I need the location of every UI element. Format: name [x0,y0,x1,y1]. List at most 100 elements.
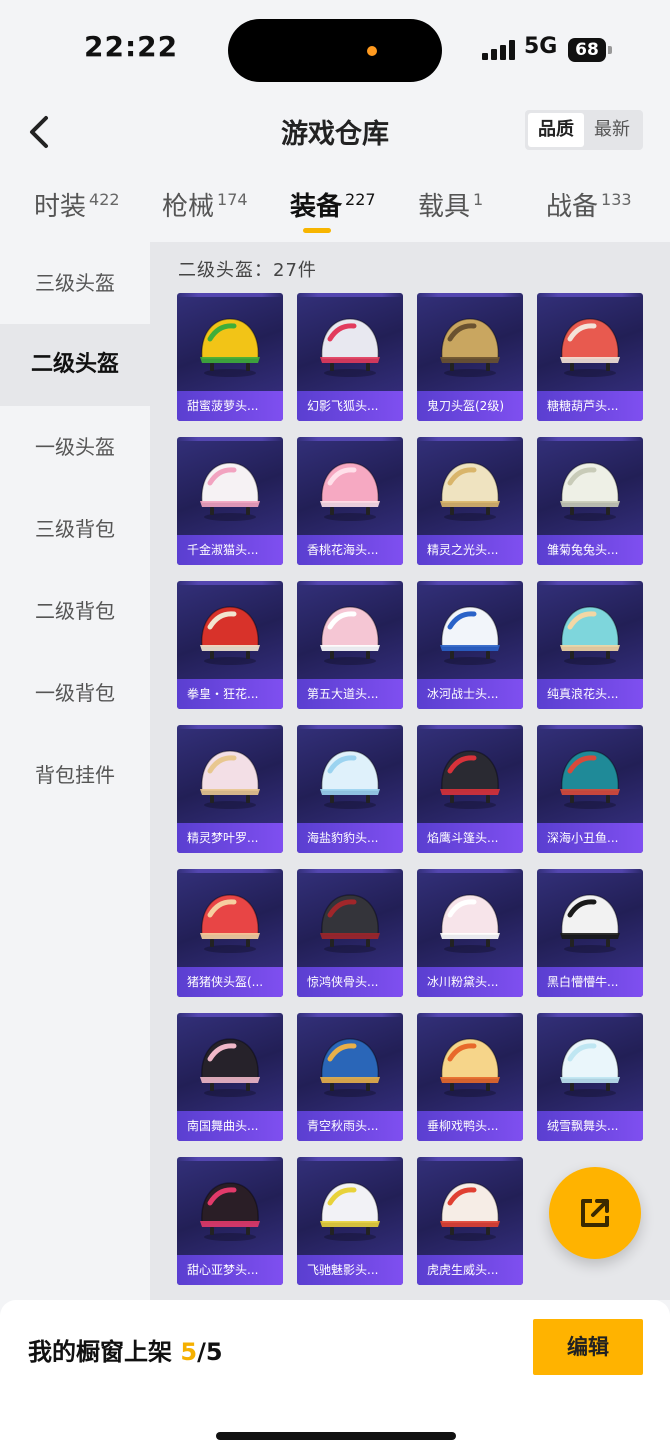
helmet-icon [440,1038,500,1097]
privacy-indicator-dot [367,46,377,56]
sidebar-item-level1-backpack[interactable]: 一级背包 [0,652,150,734]
helmet-icon [200,1038,260,1097]
helmet-item-card[interactable]: 鬼刀头盔(2级) [417,293,523,421]
helmet-icon [560,318,620,377]
helmet-item-card[interactable]: 猪猪侠头盔(... [177,869,283,997]
helmet-icon [200,318,260,377]
helmet-item-name: 甜心亚梦头... [177,1255,283,1285]
tab-supplies[interactable]: 战备 133 [546,186,632,223]
sort-option-latest[interactable]: 最新 [584,113,640,147]
item-count-label: 二级头盔：27件 [178,260,317,281]
helmet-item-name: 青空秋雨头... [297,1111,403,1141]
helmet-item-name: 海盐豹豹头... [297,823,403,853]
helmet-item-name: 焰鹰斗篷头... [417,823,523,853]
helmet-item-card[interactable]: 深海小丑鱼... [537,725,643,853]
helmet-icon [200,1182,260,1241]
sidebar-item-backpack-charm[interactable]: 背包挂件 [0,734,150,816]
showcase-footer: 我的橱窗上架 5/5 编辑 [0,1300,670,1453]
helmet-icon [320,894,380,953]
helmet-item-card[interactable]: 南国舞曲头... [177,1013,283,1141]
category-tabs: 时装 422 枪械 174 装备 227 载具 1 战备 133 [0,180,670,242]
helmet-item-card[interactable]: 第五大道头... [297,581,403,709]
sidebar-item-level2-backpack[interactable]: 二级背包 [0,570,150,652]
tab-label: 战备 [546,192,599,222]
helmet-item-card[interactable]: 焰鹰斗篷头... [417,725,523,853]
helmet-icon [560,462,620,521]
showcase-status: 我的橱窗上架 5/5 [28,1332,223,1367]
helmet-icon [560,606,620,665]
helmet-icon [440,1182,500,1241]
showcase-label: 我的橱窗上架 [28,1338,172,1366]
tab-count: 227 [345,190,376,209]
helmet-item-card[interactable]: 拳皇・狂花... [177,581,283,709]
helmet-item-card[interactable]: 糖糖葫芦头... [537,293,643,421]
tab-label: 枪械 [162,192,215,222]
helmet-item-card[interactable]: 垂柳戏鸭头... [417,1013,523,1141]
helmet-item-name: 黑白懵懵牛... [537,967,643,997]
helmet-item-name: 南国舞曲头... [177,1111,283,1141]
nav-header: 游戏仓库 品质 最新 [0,100,670,166]
status-bar: 22:22 5G 68 [0,0,670,100]
helmet-item-name: 惊鸿侠骨头... [297,967,403,997]
helmet-item-card[interactable]: 绒雪飘舞头... [537,1013,643,1141]
helmet-icon [560,750,620,809]
helmet-item-card[interactable]: 黑白懵懵牛... [537,869,643,997]
helmet-item-card[interactable]: 甜心亚梦头... [177,1157,283,1285]
helmet-item-name: 冰河战士头... [417,679,523,709]
edit-button[interactable]: 编辑 [533,1319,643,1375]
helmet-item-card[interactable]: 冰川粉黛头... [417,869,523,997]
helmet-item-name: 雏菊兔兔头... [537,535,643,565]
helmet-item-card[interactable]: 冰河战士头... [417,581,523,709]
helmet-item-name: 绒雪飘舞头... [537,1111,643,1141]
battery-icon: 68 [568,38,612,62]
helmet-item-name: 第五大道头... [297,679,403,709]
helmet-item-card[interactable]: 精灵之光头... [417,437,523,565]
helmet-item-name: 虎虎生威头... [417,1255,523,1285]
helmet-item-card[interactable]: 香桃花海头... [297,437,403,565]
dynamic-island [228,19,442,82]
helmet-item-card[interactable]: 惊鸿侠骨头... [297,869,403,997]
subcategory-sidebar: 三级头盔 二级头盔 一级头盔 三级背包 二级背包 一级背包 背包挂件 [0,242,150,1300]
showcase-separator: / [197,1338,206,1366]
tab-label: 载具 [418,192,471,222]
helmet-item-card[interactable]: 甜蜜菠萝头... [177,293,283,421]
tab-count: 422 [89,190,120,209]
helmet-item-card[interactable]: 幻影飞狐头... [297,293,403,421]
helmet-item-card[interactable]: 精灵梦叶罗... [177,725,283,853]
helmet-icon [320,1182,380,1241]
sidebar-item-level3-helmet[interactable]: 三级头盔 [0,242,150,324]
share-fab-button[interactable] [549,1167,641,1259]
tab-count: 133 [601,190,632,209]
helmet-item-card[interactable]: 青空秋雨头... [297,1013,403,1141]
tab-vehicles[interactable]: 载具 1 [418,186,483,223]
helmet-item-name: 拳皇・狂花... [177,679,283,709]
sidebar-item-level2-helmet[interactable]: 二级头盔 [0,324,150,406]
helmet-icon [200,606,260,665]
helmet-item-name: 冰川粉黛头... [417,967,523,997]
helmet-item-name: 垂柳戏鸭头... [417,1111,523,1141]
helmet-icon [200,462,260,521]
share-external-icon [581,1199,609,1227]
helmet-icon [320,462,380,521]
helmet-item-name: 香桃花海头... [297,535,403,565]
helmet-icon [200,894,260,953]
helmet-icon [440,318,500,377]
status-time: 22:22 [84,30,179,63]
helmet-item-card[interactable]: 纯真浪花头... [537,581,643,709]
tab-label: 时装 [34,192,87,222]
helmet-item-card[interactable]: 虎虎生威头... [417,1157,523,1285]
tab-label: 装备 [290,192,343,222]
tab-fashion[interactable]: 时装 422 [34,186,120,223]
sidebar-item-level1-helmet[interactable]: 一级头盔 [0,406,150,488]
helmet-icon [320,1038,380,1097]
helmet-item-card[interactable]: 海盐豹豹头... [297,725,403,853]
helmet-icon [560,1038,620,1097]
tab-count: 174 [217,190,248,209]
helmet-item-card[interactable]: 飞驰魅影头... [297,1157,403,1285]
tab-equipment[interactable]: 装备 227 [290,186,376,223]
sort-option-quality[interactable]: 品质 [528,113,584,147]
tab-guns[interactable]: 枪械 174 [162,186,248,223]
helmet-item-card[interactable]: 千金淑猫头... [177,437,283,565]
helmet-item-card[interactable]: 雏菊兔兔头... [537,437,643,565]
sidebar-item-level3-backpack[interactable]: 三级背包 [0,488,150,570]
